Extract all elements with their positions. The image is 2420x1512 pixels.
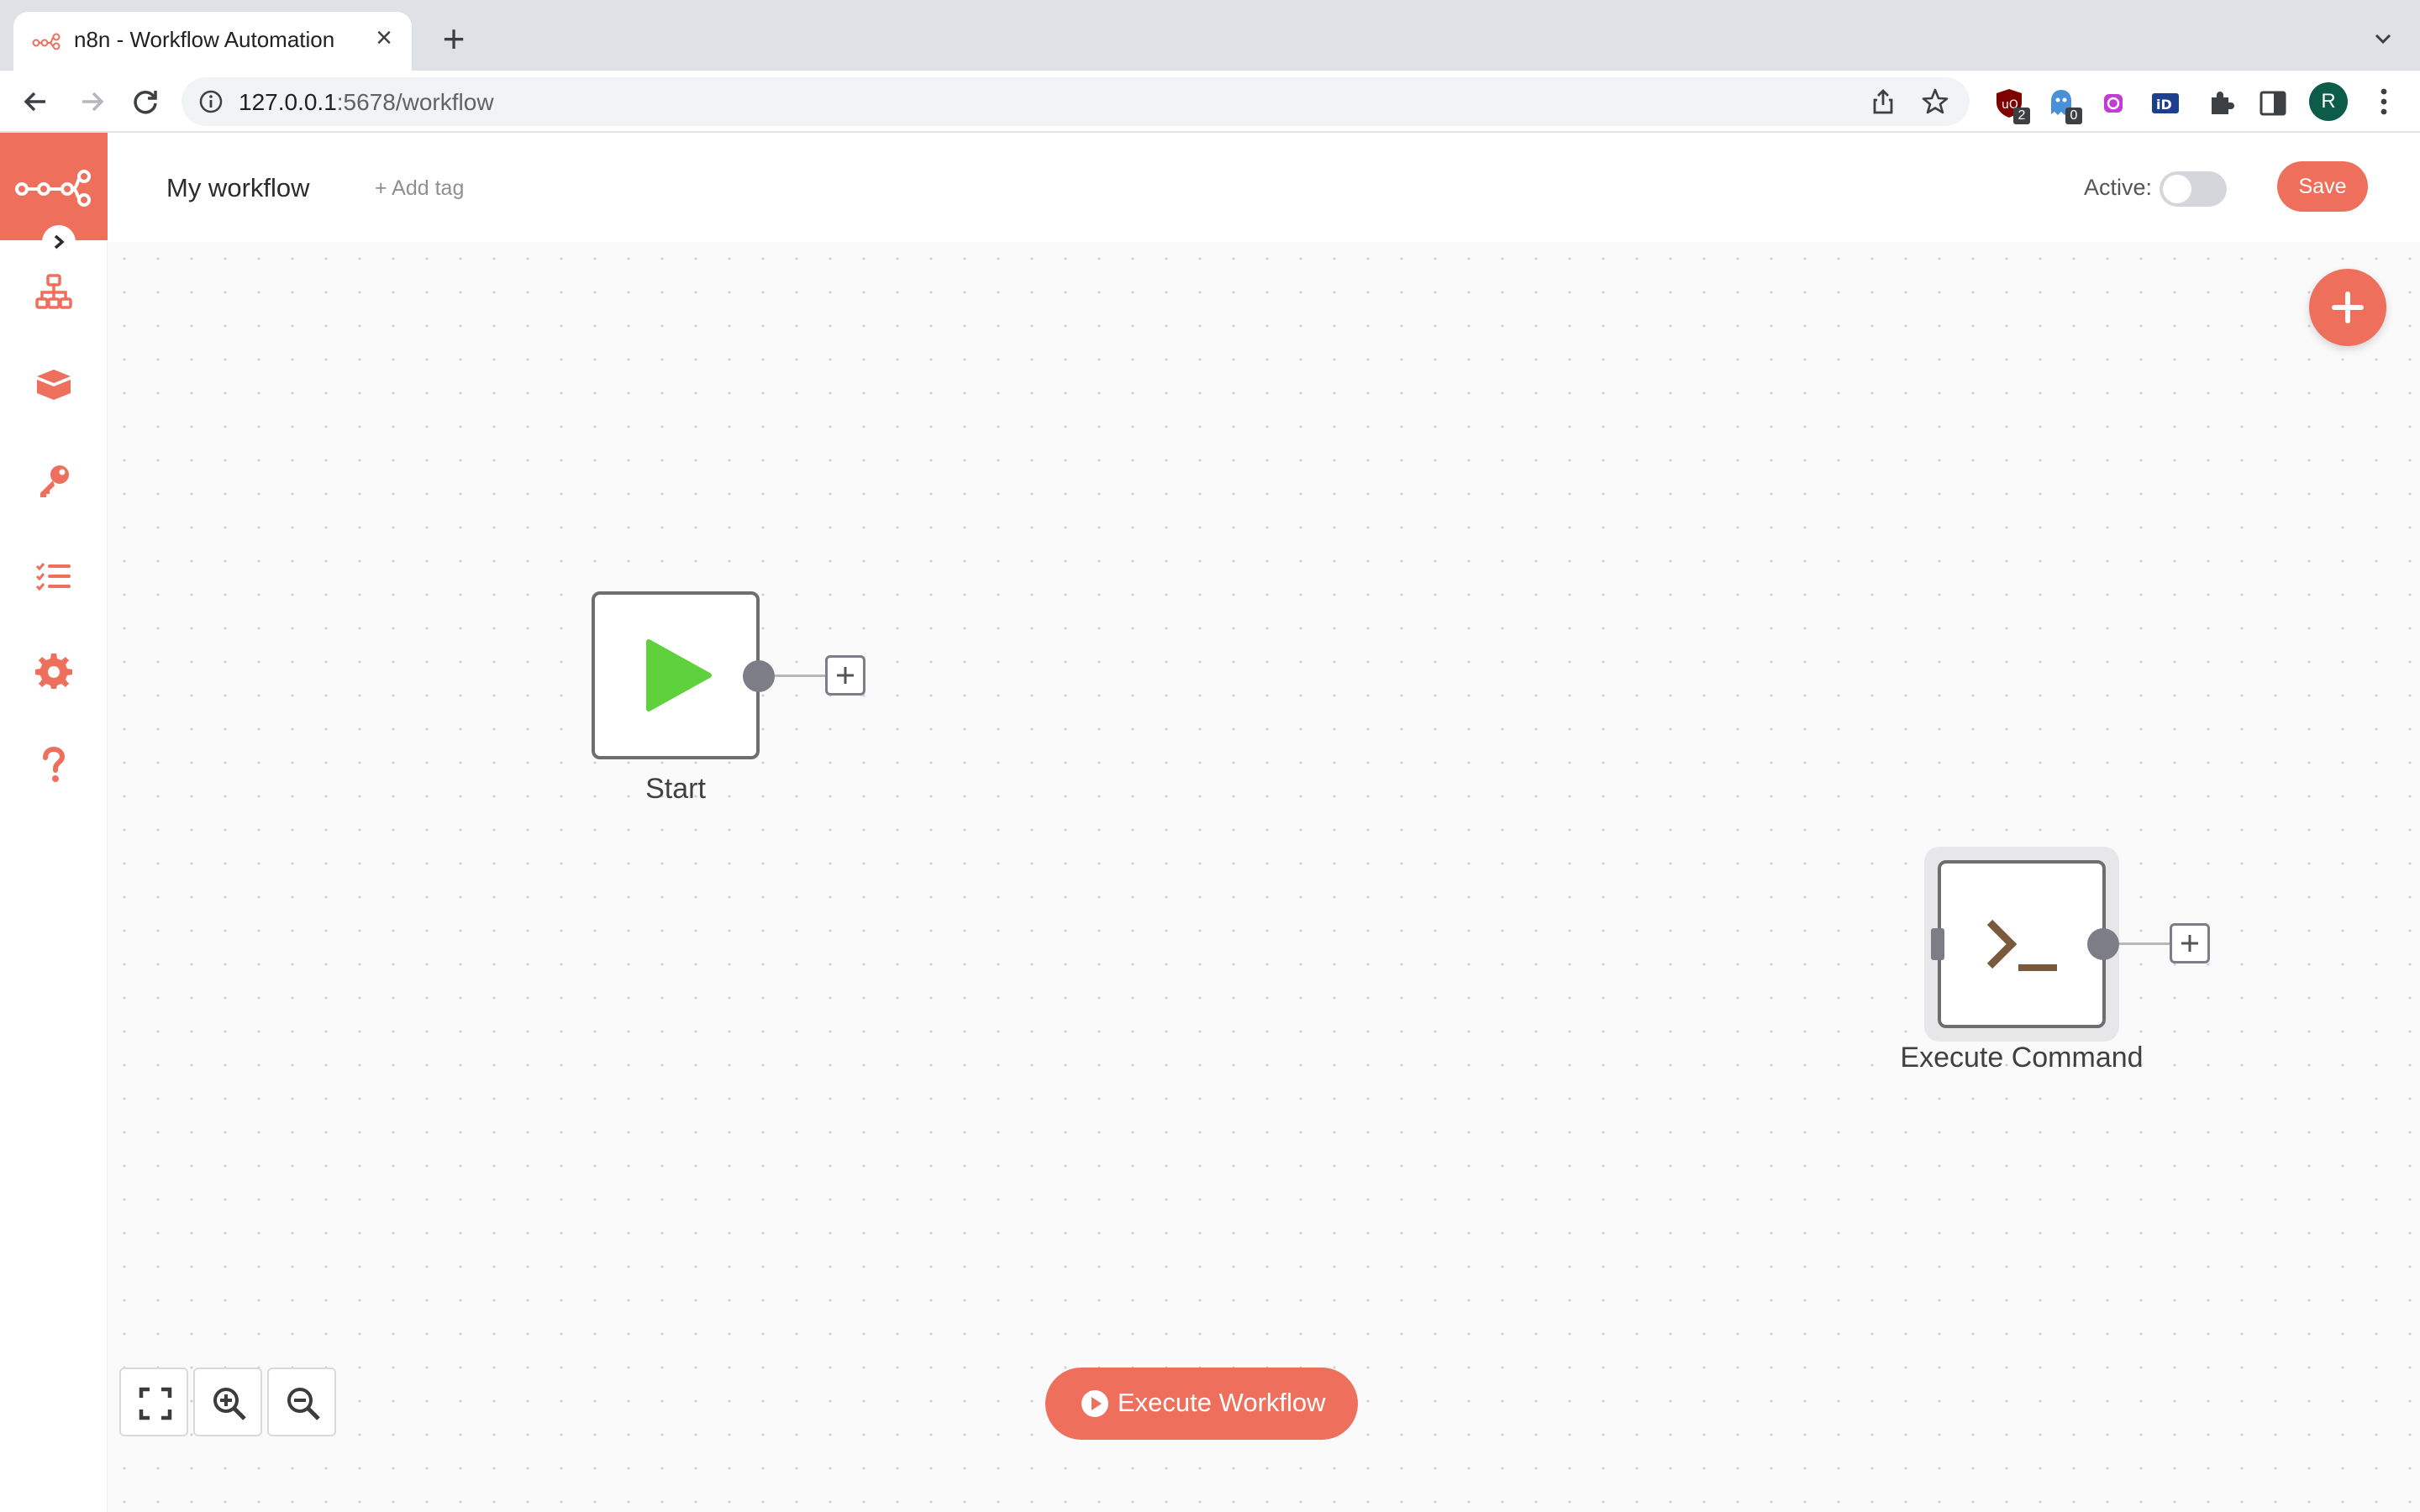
- ublock-origin-icon[interactable]: uO 2: [1993, 87, 2030, 124]
- plus-icon: [2181, 935, 2198, 952]
- active-label: Active:: [2084, 175, 2153, 200]
- add-tag-link[interactable]: + Add tag: [375, 176, 464, 201]
- execute-command-node[interactable]: [1938, 860, 2106, 1028]
- address-bar[interactable]: 127.0.0.1:5678/workflow: [182, 77, 1970, 126]
- browser-toolbar: 127.0.0.1:5678/workflow uO 2 0 iD R: [0, 71, 2420, 133]
- zoom-in-icon: [213, 1388, 246, 1420]
- plus-icon: [2332, 291, 2364, 323]
- start-node[interactable]: [592, 591, 760, 759]
- help-icon[interactable]: [34, 744, 74, 785]
- url-path: :5678/workflow: [336, 89, 494, 115]
- site-info-icon[interactable]: [198, 89, 224, 114]
- extensions-puzzle-icon[interactable]: [2205, 87, 2237, 119]
- fullscreen-icon: [139, 1387, 172, 1420]
- execute-workflow-label: Execute Workflow: [1118, 1388, 1326, 1417]
- back-arrow-icon[interactable]: [18, 84, 54, 119]
- start-node-label: Start: [645, 773, 706, 805]
- sidebar: [0, 133, 108, 1512]
- n8n-logo-icon: [15, 170, 91, 207]
- execute-command-output-handle[interactable]: [2087, 928, 2119, 960]
- start-output-connector: [775, 675, 827, 677]
- save-button[interactable]: Save: [2277, 161, 2368, 212]
- execute-command-node-label: Execute Command: [1900, 1042, 2144, 1074]
- browser-tabstrip: n8n - Workflow Automation × +: [0, 0, 2420, 71]
- add-node-button[interactable]: [2309, 269, 2386, 346]
- forward-arrow-icon[interactable]: [74, 84, 109, 119]
- zoom-in-button[interactable]: [193, 1368, 262, 1436]
- workflow-header: My workflow + Add tag Active: Save: [108, 133, 2420, 242]
- zoom-to-fit-button[interactable]: [119, 1368, 188, 1436]
- bookmark-star-icon[interactable]: [1921, 87, 1949, 116]
- play-circle-icon: [1081, 1390, 1108, 1417]
- execute-command-add-next-button[interactable]: [2170, 923, 2210, 963]
- sidebar-expand-button[interactable]: [42, 225, 76, 259]
- extension-icon[interactable]: [2097, 87, 2129, 119]
- execute-workflow-button[interactable]: Execute Workflow: [1045, 1368, 1358, 1440]
- zoom-out-icon: [287, 1388, 320, 1420]
- svg-text:iD: iD: [2156, 97, 2172, 113]
- start-add-next-button[interactable]: [825, 655, 865, 696]
- terminal-icon: [1986, 919, 2057, 971]
- tab-title: n8n - Workflow Automation: [74, 27, 335, 52]
- id-icon[interactable]: iD: [2149, 87, 2181, 119]
- credentials-icon[interactable]: [34, 460, 74, 501]
- chevron-right-icon: [54, 234, 65, 249]
- reload-icon[interactable]: [128, 84, 163, 119]
- tab-search-chevron-icon[interactable]: [2370, 25, 2396, 52]
- templates-icon[interactable]: [34, 365, 74, 405]
- n8n-logo[interactable]: [0, 133, 108, 240]
- n8n-favicon-icon: [32, 33, 60, 50]
- close-tab-icon[interactable]: ×: [371, 24, 397, 52]
- start-output-handle[interactable]: [743, 660, 775, 692]
- url-text[interactable]: 127.0.0.1:5678/workflow: [239, 89, 494, 116]
- active-toggle[interactable]: [2160, 171, 2227, 207]
- plus-icon: [837, 667, 854, 684]
- browser-tab[interactable]: n8n - Workflow Automation ×: [13, 12, 412, 71]
- side-panel-icon[interactable]: [2257, 87, 2289, 119]
- settings-icon[interactable]: [34, 650, 74, 690]
- profile-avatar[interactable]: R: [2309, 82, 2348, 121]
- share-icon[interactable]: [1869, 87, 1897, 116]
- browser-menu-icon[interactable]: [2371, 84, 2396, 119]
- executions-icon[interactable]: [34, 556, 74, 596]
- new-tab-icon[interactable]: +: [437, 19, 471, 58]
- workflow-name[interactable]: My workflow: [166, 173, 310, 203]
- ghostery-badge: 0: [2065, 108, 2082, 124]
- ublock-badge: 2: [2013, 108, 2030, 124]
- workflows-icon[interactable]: [34, 272, 74, 312]
- execute-command-output-connector: [2119, 942, 2171, 945]
- play-icon: [646, 639, 712, 711]
- execute-command-input-handle[interactable]: [1931, 928, 1944, 960]
- ghostery-icon[interactable]: 0: [2045, 87, 2082, 124]
- toggle-knob: [2163, 175, 2191, 203]
- zoom-out-button[interactable]: [267, 1368, 336, 1436]
- url-host: 127.0.0.1: [239, 89, 337, 115]
